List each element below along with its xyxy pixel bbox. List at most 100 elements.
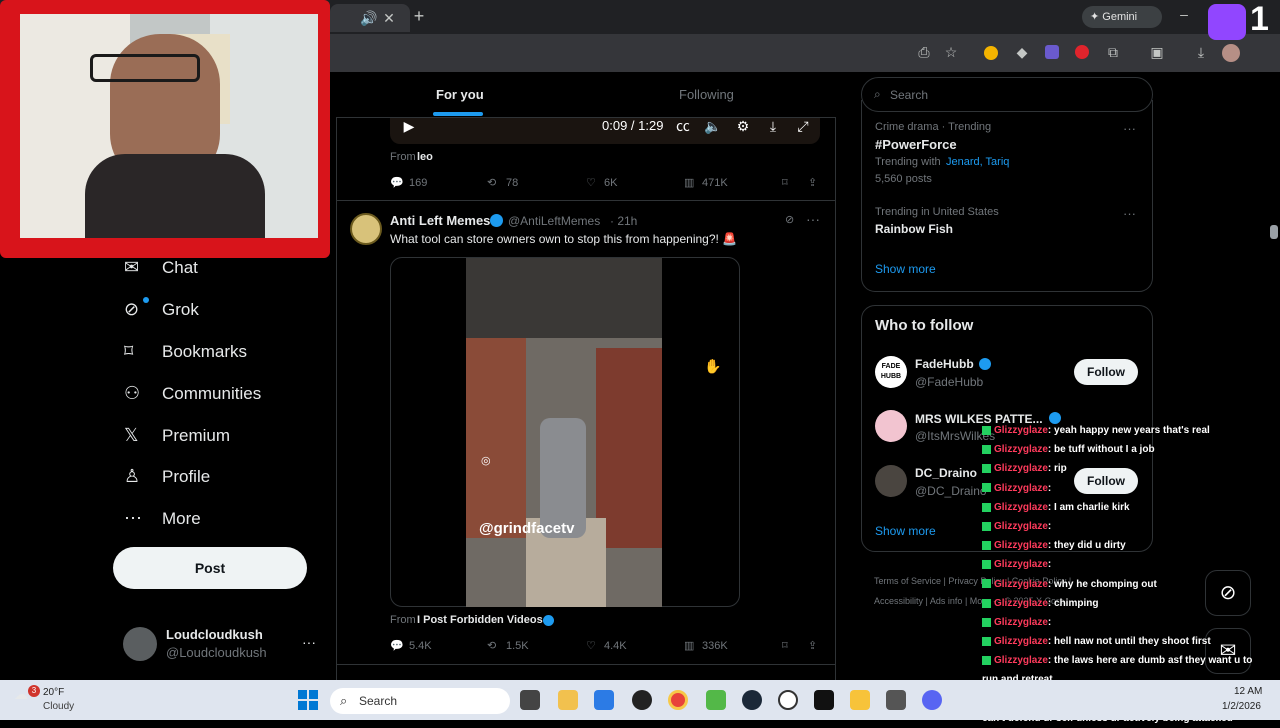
sidepanel-icon[interactable]: ▣: [1148, 44, 1166, 60]
task-view-icon[interactable]: [520, 690, 540, 710]
trend-more-icon[interactable]: ···: [1123, 121, 1136, 136]
trend-more-icon[interactable]: ···: [1123, 206, 1136, 221]
chat-username: Glizzyglaze: [994, 425, 1048, 436]
clock-time[interactable]: 12 AM: [1234, 686, 1262, 697]
play-icon[interactable]: ▶: [400, 118, 418, 134]
footer-terms[interactable]: Terms of Service: [874, 576, 941, 586]
close-icon[interactable]: ✕: [380, 10, 398, 26]
views-icon[interactable]: ▥: [684, 639, 694, 652]
user-name: Loudcloudkush: [166, 627, 263, 642]
steam-icon[interactable]: [742, 690, 762, 710]
taskbar-search[interactable]: ⌕ Search: [330, 688, 510, 714]
verified-icon: [490, 214, 503, 227]
post2-avatar[interactable]: [350, 213, 382, 245]
fullscreen-icon[interactable]: ⤢: [794, 118, 812, 134]
settings-icon[interactable]: ⚙: [734, 118, 752, 134]
store-icon[interactable]: [594, 690, 614, 710]
puzzle-icon[interactable]: ⧉: [1104, 44, 1122, 60]
minimize-player-icon[interactable]: ⤓: [764, 118, 782, 134]
post-more-icon[interactable]: ···: [806, 211, 820, 227]
app-ring-icon[interactable]: [778, 690, 798, 710]
suggestion3-name[interactable]: DC_Draino: [915, 466, 977, 480]
xbox-app-icon[interactable]: [706, 690, 726, 710]
weather-icon: ☁: [14, 686, 28, 702]
like-icon[interactable]: ♡: [586, 176, 596, 189]
fadehubb-avatar[interactable]: FADE HUBB: [875, 356, 907, 388]
nav-communities[interactable]: Communities: [162, 384, 261, 404]
follow-button[interactable]: Follow: [1074, 359, 1138, 385]
mrs-wilkes-avatar[interactable]: [875, 410, 907, 442]
trend2-context: Trending in United States: [875, 206, 999, 218]
volume-icon[interactable]: 🔈: [704, 118, 722, 134]
speaker-icon[interactable]: 🔊: [360, 10, 378, 26]
footer-ads[interactable]: Ads info: [930, 596, 963, 606]
grok-post-icon[interactable]: ⊘: [785, 213, 794, 226]
nav-more[interactable]: More: [162, 509, 201, 529]
weather-temp[interactable]: 20°F: [43, 687, 64, 698]
extension-diamond-icon[interactable]: ◆: [1013, 44, 1031, 60]
share-icon[interactable]: ⇪: [808, 639, 817, 652]
chrome-icon[interactable]: [668, 690, 688, 710]
captions-icon[interactable]: ㏄: [674, 118, 692, 134]
suggestion1-name[interactable]: FadeHubb: [915, 357, 974, 371]
record-extension-icon[interactable]: [1075, 45, 1089, 59]
post2-media[interactable]: ◎ @grindfacetv: [390, 257, 740, 607]
repost-icon[interactable]: ⟲: [487, 639, 496, 652]
bookmark-icon[interactable]: ⌑: [782, 639, 788, 652]
show-more-follow[interactable]: Show more: [875, 524, 936, 538]
plus-icon[interactable]: +: [410, 7, 428, 25]
trend1-name[interactable]: #PowerForce: [875, 137, 957, 152]
post2-author[interactable]: Anti Left Memes: [390, 213, 490, 228]
trend2-name[interactable]: Rainbow Fish: [875, 222, 953, 236]
windows-start-icon[interactable]: [298, 690, 318, 710]
nav-bookmarks[interactable]: Bookmarks: [162, 342, 247, 362]
share-icon[interactable]: ⇪: [808, 176, 817, 189]
nav-profile[interactable]: Profile: [162, 467, 210, 487]
minimize-icon[interactable]: –: [1175, 6, 1193, 22]
post2-handle[interactable]: @AntiLeftMemes: [508, 214, 600, 228]
video-frame: [466, 258, 662, 607]
post-button[interactable]: Post: [113, 547, 307, 589]
tab-following[interactable]: Following: [679, 87, 734, 102]
download-icon[interactable]: ⤓: [1192, 44, 1210, 60]
chat-badge-icon: [982, 598, 991, 608]
chat-message: Glizzyglaze: the laws here are dumb asf …: [982, 651, 1280, 670]
nav-grok[interactable]: Grok: [162, 300, 199, 320]
file-explorer-icon[interactable]: [558, 690, 578, 710]
footer-accessibility[interactable]: Accessibility: [874, 596, 923, 606]
gemini-button[interactable]: ✦ Gemini: [1082, 6, 1162, 28]
show-more-trends[interactable]: Show more: [875, 262, 936, 276]
extension-color-icon[interactable]: [984, 46, 998, 60]
nav-chat[interactable]: Chat: [162, 258, 198, 278]
epic-games-icon[interactable]: [814, 690, 834, 710]
clock-date[interactable]: 1/2/2026: [1222, 701, 1261, 712]
post2-from-label: From: [390, 614, 416, 626]
twitch-extension-icon[interactable]: [1045, 45, 1059, 59]
discord-icon[interactable]: [922, 690, 942, 710]
reply-icon[interactable]: 💬: [390, 639, 404, 652]
avatar[interactable]: [1222, 44, 1240, 62]
tab-for-you[interactable]: For you: [436, 87, 484, 102]
nav-premium[interactable]: Premium: [162, 426, 230, 446]
post1-from-name[interactable]: leo: [417, 151, 433, 163]
like-icon[interactable]: ♡: [586, 639, 596, 652]
install-icon[interactable]: ⎙: [915, 44, 933, 60]
views-icon[interactable]: ▥: [684, 176, 694, 189]
obs-icon[interactable]: [632, 690, 652, 710]
dc-draino-avatar[interactable]: [875, 465, 907, 497]
chat-username: Glizzyglaze: [994, 501, 1048, 513]
repost-icon[interactable]: ⟲: [487, 176, 496, 189]
7zip-icon[interactable]: [886, 690, 906, 710]
scrollbar-thumb[interactable]: [1270, 225, 1278, 239]
trend1-posts: 5,560 posts: [875, 173, 932, 185]
reply-icon[interactable]: 💬: [390, 176, 404, 189]
star-icon[interactable]: ☆: [942, 44, 960, 60]
bookmark-icon[interactable]: ⌑: [782, 176, 788, 189]
account-menu-icon[interactable]: ···: [302, 634, 316, 650]
trend1-with[interactable]: Jenard, Tariq: [946, 156, 1009, 168]
post2-time[interactable]: · 21h: [610, 214, 637, 228]
trend1-with-label: Trending with: [875, 156, 941, 168]
user-avatar[interactable]: [123, 627, 157, 661]
rockstar-icon[interactable]: [850, 690, 870, 710]
post2-from-name[interactable]: I Post Forbidden Videos: [417, 614, 543, 626]
